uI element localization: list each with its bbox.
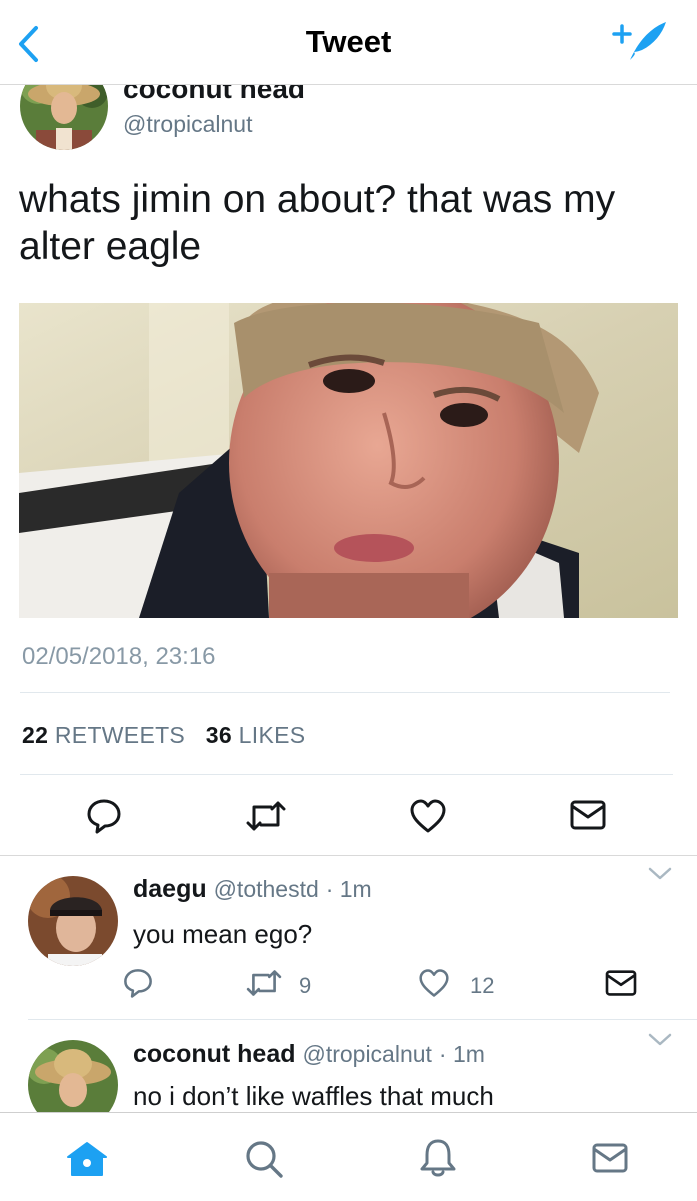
reply-author[interactable]: coconut head @tropicalnut · 1m xyxy=(133,1040,485,1069)
reply-text: no i don’t like waffles that much xyxy=(133,1081,494,1111)
page-title: Tweet xyxy=(305,24,392,59)
like-label[interactable]: LIKES xyxy=(239,722,306,748)
reply-icon xyxy=(87,799,121,834)
tweet-text: whats jimin on about? that was my alter … xyxy=(19,178,616,268)
nav-header: Tweet xyxy=(0,0,697,85)
message-icon xyxy=(570,800,606,830)
reply-options-button[interactable] xyxy=(647,1032,673,1053)
direct-message-button[interactable] xyxy=(569,799,607,831)
reply-time: · 1m xyxy=(325,876,372,902)
retweet-icon xyxy=(246,970,282,996)
home-icon xyxy=(67,1142,107,1176)
search-icon xyxy=(246,1141,283,1178)
reply-author[interactable]: daegu @tothestd · 1m xyxy=(133,875,372,904)
reply-retweet-button[interactable] xyxy=(245,968,283,998)
divider xyxy=(20,692,670,693)
reply-options-button[interactable] xyxy=(647,866,673,887)
reply-text: you mean ego? xyxy=(133,919,313,949)
author-handle[interactable]: @tropicalnut xyxy=(123,111,252,138)
retweet-count[interactable]: 22 xyxy=(22,722,48,748)
reply-button[interactable] xyxy=(85,797,123,835)
tweet-stats: 22 RETWEETS 36 LIKES xyxy=(22,722,319,749)
notifications-icon xyxy=(420,1139,456,1177)
tab-home[interactable] xyxy=(66,1141,108,1177)
reply-author-name[interactable]: daegu xyxy=(133,875,207,903)
like-icon xyxy=(410,799,446,833)
reply-message-button[interactable] xyxy=(604,969,638,997)
compose-button[interactable] xyxy=(612,16,670,66)
reply-retweet-count: 9 xyxy=(299,973,312,998)
tab-search[interactable] xyxy=(244,1139,284,1179)
divider xyxy=(20,774,673,775)
chevron-down-icon xyxy=(648,1033,672,1046)
like-icon xyxy=(419,969,449,997)
tweet-timestamp: 02/05/2018, 23:16 xyxy=(22,643,216,670)
bottom-tab-bar xyxy=(0,1112,697,1201)
reply-icon xyxy=(124,969,152,998)
message-icon xyxy=(605,970,637,996)
tweet-photo[interactable] xyxy=(19,303,678,618)
message-icon xyxy=(592,1143,628,1173)
like-button[interactable] xyxy=(409,798,447,834)
retweet-label[interactable]: RETWEETS xyxy=(55,722,185,748)
reply-like-button[interactable] xyxy=(418,968,450,998)
chevron-down-icon xyxy=(648,867,672,880)
reply-time: · 1m xyxy=(438,1041,485,1067)
tab-messages[interactable] xyxy=(591,1142,629,1174)
reply-like-count: 12 xyxy=(470,973,495,998)
divider xyxy=(0,855,697,856)
retweet-icon xyxy=(246,801,286,831)
like-count[interactable]: 36 xyxy=(206,722,232,748)
reply-author-handle[interactable]: @tothestd xyxy=(214,876,319,902)
tab-notifications[interactable] xyxy=(419,1137,457,1179)
reply-avatar[interactable] xyxy=(28,876,118,966)
reply-reply-button[interactable] xyxy=(122,967,154,999)
compose-icon xyxy=(612,22,666,60)
divider xyxy=(28,1019,697,1020)
reply-author-name[interactable]: coconut head xyxy=(133,1040,296,1068)
reply-author-handle[interactable]: @tropicalnut xyxy=(302,1041,431,1067)
retweet-button[interactable] xyxy=(245,799,287,833)
